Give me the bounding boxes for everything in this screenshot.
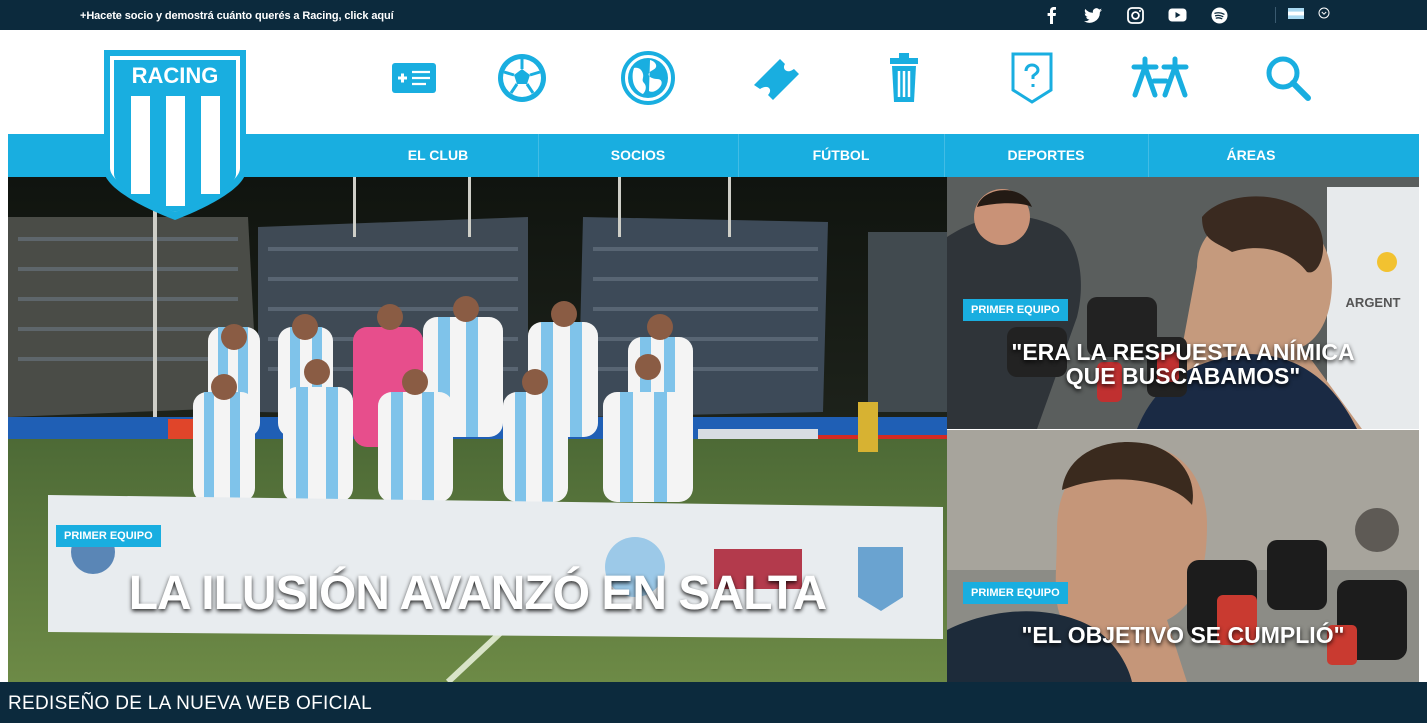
news-card-2-headline[interactable]: "EL OBJETIVO SE CUMPLIÓ"	[947, 623, 1419, 647]
topbar-tools	[1288, 0, 1330, 30]
globe-icon[interactable]	[618, 48, 678, 108]
caption-bar: REDISEÑO DE LA NUEVA WEB OFICIAL	[0, 682, 1427, 723]
headline-line: QUE BUSCÁBAMOS"	[1065, 363, 1301, 390]
news-card-2[interactable]: PRIMER EQUIPO "EL OBJETIVO SE CUMPLIÓ"	[947, 430, 1419, 682]
nav-item-deportes[interactable]: DEPORTES	[944, 134, 1148, 177]
social-links	[1040, 0, 1250, 30]
soccer-ball-icon[interactable]	[492, 48, 552, 108]
instagram-icon[interactable]	[1124, 4, 1146, 26]
facebook-icon[interactable]	[1040, 4, 1062, 26]
main-headline[interactable]: LA ILUSIÓN AVANZÓ EN SALTA	[8, 568, 947, 619]
category-badge[interactable]: PRIMER EQUIPO	[963, 582, 1068, 604]
logo-text: RACING	[132, 63, 219, 88]
membership-promo-link[interactable]: +Hacete socio y demostrá cuánto querés a…	[80, 0, 394, 30]
nav-item-socios[interactable]: SOCIOS	[538, 134, 738, 177]
topbar-divider	[1275, 7, 1276, 23]
twitter-icon[interactable]	[1082, 4, 1104, 26]
help-icon[interactable]	[1002, 48, 1062, 108]
top-bar: +Hacete socio y demostrá cuánto querés a…	[0, 0, 1427, 30]
ticket-icon[interactable]	[746, 48, 806, 108]
search-icon[interactable]	[1258, 48, 1318, 108]
news-card-1-backdrop-text: ARGENT	[1346, 295, 1401, 310]
caption-text: REDISEÑO DE LA NUEVA WEB OFICIAL	[8, 693, 373, 714]
language-flag-icon[interactable]	[1288, 6, 1304, 24]
headline-line: "EL OBJETIVO SE CUMPLIÓ"	[1021, 622, 1345, 648]
community-icon[interactable]	[1130, 48, 1190, 108]
trash-bin-icon[interactable]	[874, 48, 934, 108]
featured-news-main[interactable]: PRIMER EQUIPO LA ILUSIÓN AVANZÓ EN SALTA	[8, 177, 947, 682]
youtube-icon[interactable]	[1166, 4, 1188, 26]
nav-item-areas[interactable]: ÁREAS	[1148, 134, 1354, 177]
chevron-down-icon[interactable]	[1318, 6, 1330, 24]
category-badge[interactable]: PRIMER EQUIPO	[963, 299, 1068, 321]
membership-card-icon[interactable]	[384, 48, 444, 108]
headline-line: "ERA LA RESPUESTA ANÍMICA	[1011, 339, 1355, 365]
news-card-1-headline[interactable]: "ERA LA RESPUESTA ANÍMICA QUE BUSCÁBAMOS…	[947, 340, 1419, 388]
racing-logo[interactable]: RACING	[104, 50, 246, 220]
nav-item-el-club[interactable]: EL CLUB	[338, 134, 538, 177]
news-card-1[interactable]: ARGENT PRIMER EQUIPO "ERA LA RESPUESTA A…	[947, 177, 1419, 429]
category-badge[interactable]: PRIMER EQUIPO	[56, 525, 161, 547]
spotify-icon[interactable]	[1208, 4, 1230, 26]
nav-item-futbol[interactable]: FÚTBOL	[738, 134, 944, 177]
